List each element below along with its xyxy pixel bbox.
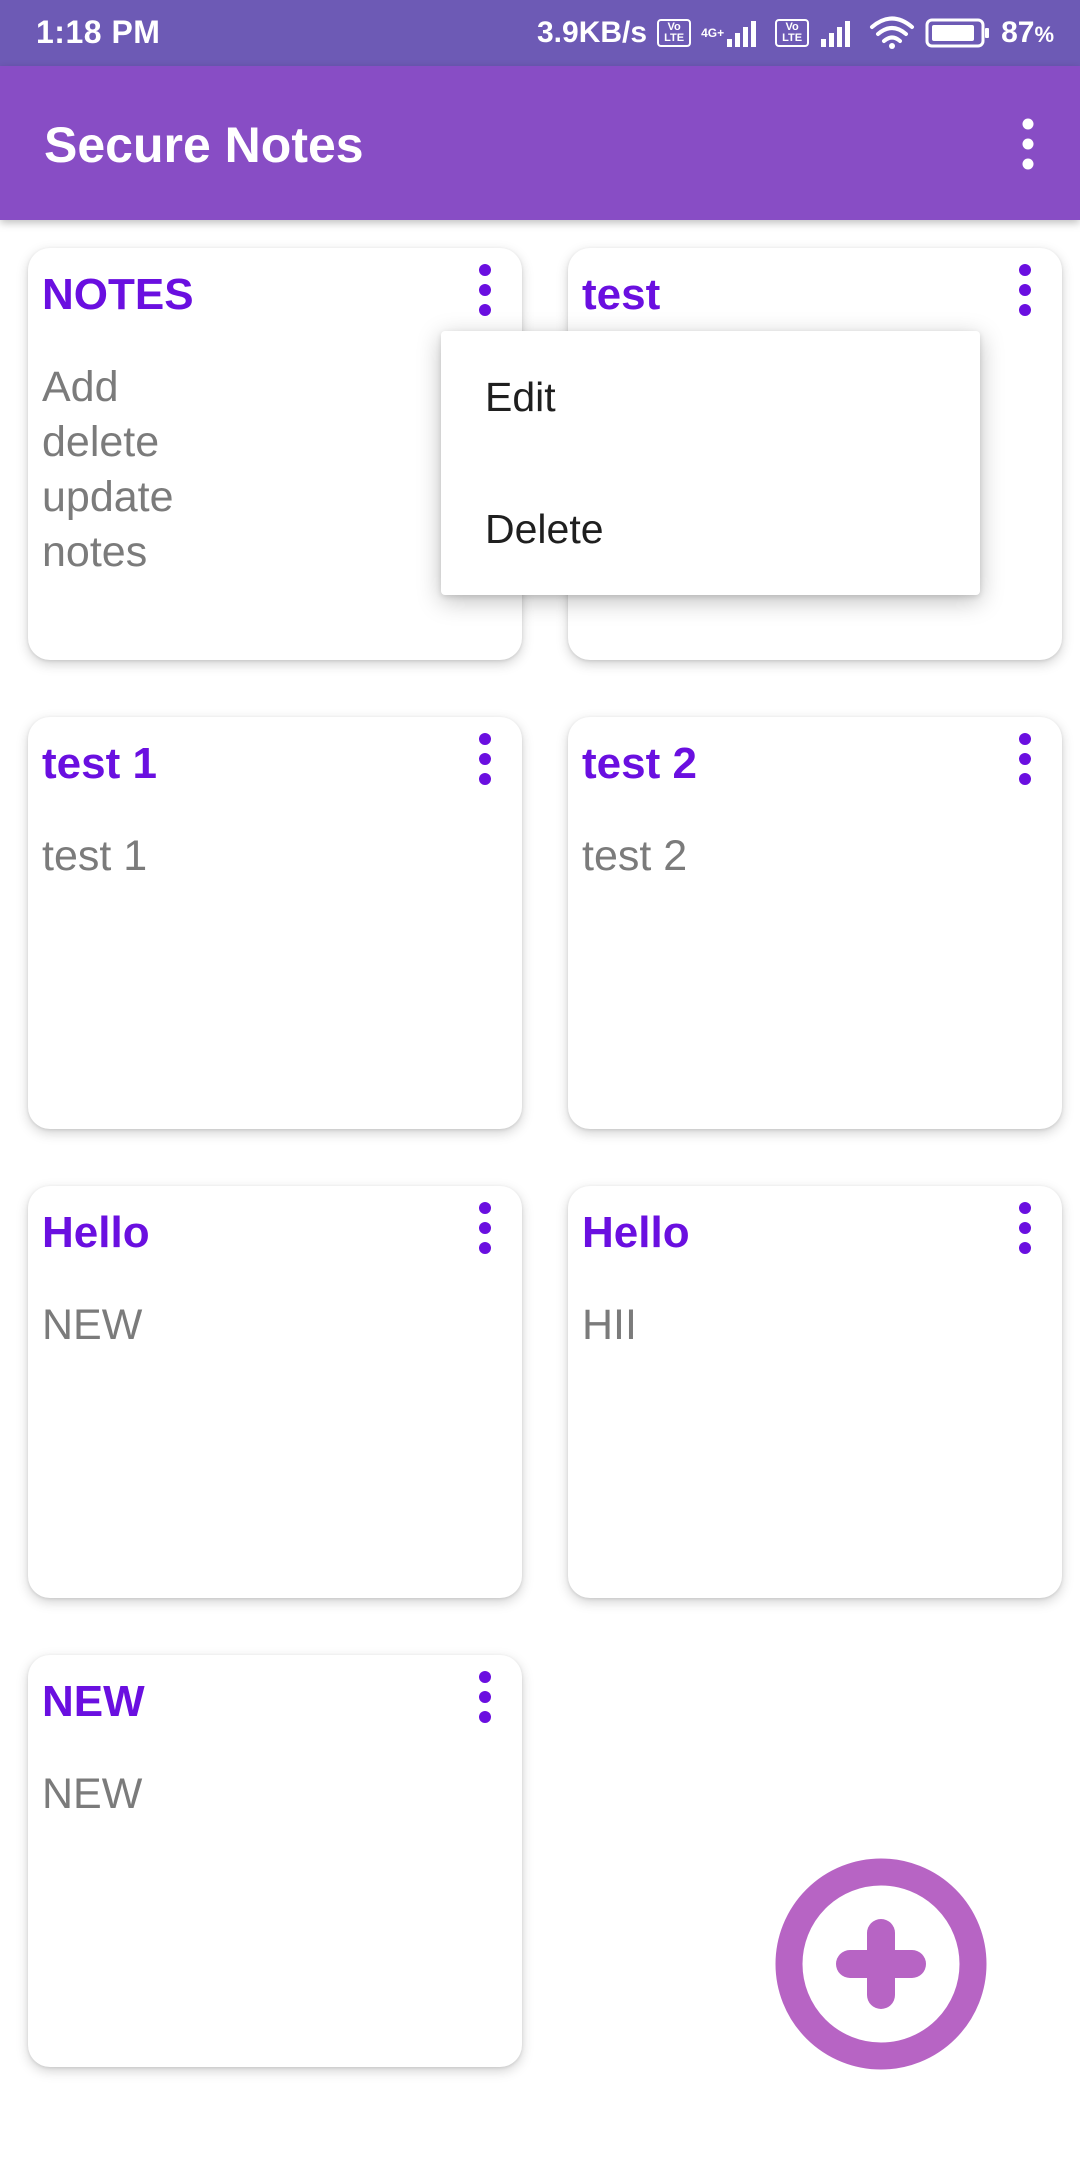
add-circle-icon[interactable] [775, 1858, 987, 2070]
more-vert-icon[interactable] [470, 1667, 500, 1727]
volte-icon-2: Vo LTE [775, 19, 810, 47]
menu-item-edit[interactable]: Edit [441, 331, 980, 463]
note-title: NOTES [42, 270, 194, 319]
volte-icon: Vo LTE [657, 19, 692, 47]
signal-icon [727, 21, 757, 47]
signal-icon-2 [821, 21, 851, 47]
more-vert-icon[interactable] [470, 260, 500, 320]
battery-level: 87% [1001, 16, 1054, 49]
more-vert-icon[interactable] [1008, 114, 1048, 174]
note-body: Add delete update notes [42, 363, 174, 576]
status-bar: 1:18 PM 3.9KB/s Vo LTE 4G+ Vo LTE 87% [0, 0, 1080, 66]
note-title: test [582, 270, 661, 319]
note-title: NEW [42, 1677, 145, 1726]
network-speed: 3.9KB/s [537, 16, 648, 49]
app-bar: Secure Notes [0, 66, 1080, 220]
status-icons: 3.9KB/s Vo LTE 4G+ Vo LTE 87% [537, 10, 1054, 56]
note-card[interactable]: Hello HII [568, 1186, 1062, 1598]
note-body: NEW [42, 1301, 143, 1349]
note-title: test 1 [42, 739, 157, 788]
wifi-icon [870, 16, 915, 49]
status-time: 1:18 PM [36, 14, 161, 50]
note-body: test 1 [42, 832, 148, 880]
note-body: test 2 [582, 832, 688, 880]
note-card[interactable]: test 2 test 2 [568, 717, 1062, 1129]
note-card[interactable]: NEW NEW [28, 1655, 522, 2067]
more-vert-icon[interactable] [1010, 1198, 1040, 1258]
note-title: Hello [42, 1208, 150, 1257]
more-vert-icon[interactable] [470, 1198, 500, 1258]
popup-menu: Edit Delete [441, 331, 980, 595]
more-vert-icon[interactable] [470, 729, 500, 789]
note-body: NEW [42, 1770, 143, 1818]
battery-icon [925, 18, 990, 48]
note-body: HII [582, 1301, 637, 1349]
menu-item-delete[interactable]: Delete [441, 463, 980, 595]
more-vert-icon[interactable] [1010, 260, 1040, 320]
note-title: Hello [582, 1208, 690, 1257]
app-title: Secure Notes [44, 117, 364, 173]
note-card[interactable]: test 1 test 1 [28, 717, 522, 1129]
more-vert-icon[interactable] [1010, 729, 1040, 789]
network-type: 4G+ [701, 26, 725, 40]
note-title: test 2 [582, 739, 697, 788]
note-card[interactable]: Hello NEW [28, 1186, 522, 1598]
